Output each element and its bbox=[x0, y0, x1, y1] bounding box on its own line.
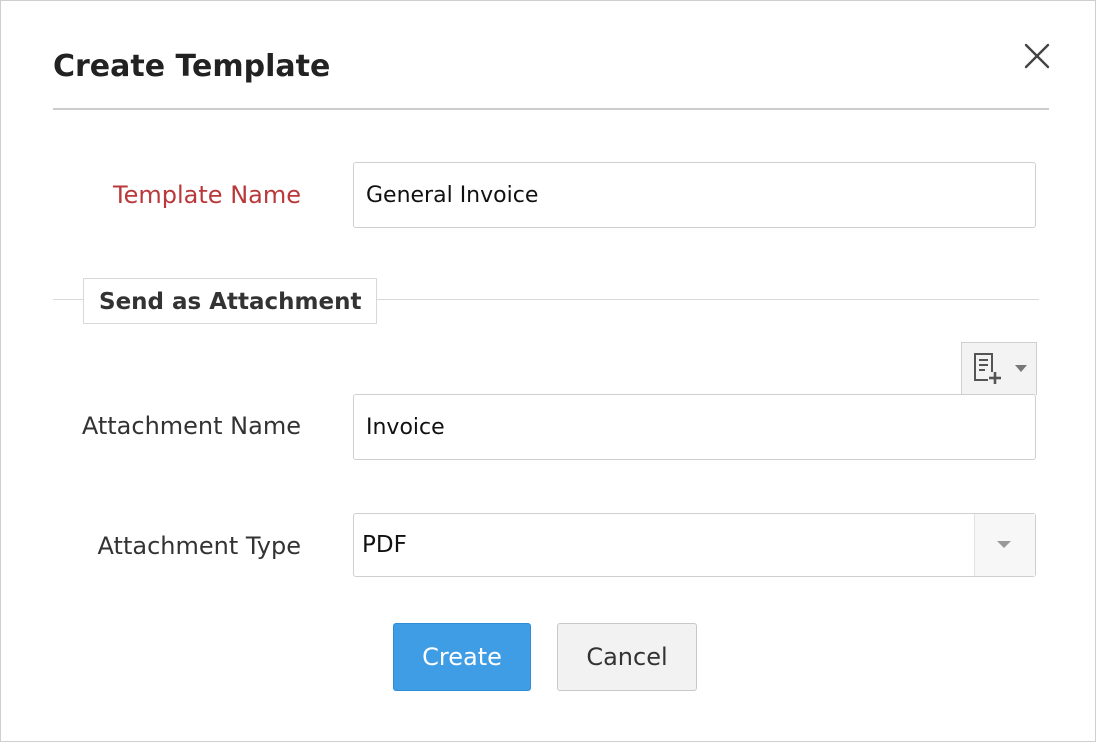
select-arrow[interactable] bbox=[974, 514, 1035, 576]
insert-placeholder-button[interactable] bbox=[961, 342, 1037, 395]
chevron-down-icon bbox=[1015, 365, 1027, 372]
cancel-button[interactable]: Cancel bbox=[557, 623, 697, 691]
template-name-input[interactable] bbox=[353, 162, 1036, 228]
chevron-down-icon bbox=[997, 541, 1011, 548]
create-button[interactable]: Create bbox=[393, 623, 531, 691]
title-divider bbox=[53, 108, 1049, 110]
attachment-type-select[interactable]: PDF bbox=[353, 513, 1036, 577]
close-icon[interactable] bbox=[1019, 39, 1055, 75]
attachment-type-value: PDF bbox=[362, 532, 407, 558]
attachment-type-label: Attachment Type bbox=[97, 532, 301, 560]
section-legend: Send as Attachment bbox=[83, 278, 378, 324]
create-template-dialog: Create Template Template Name Send as At… bbox=[0, 0, 1096, 742]
document-add-icon bbox=[974, 353, 1002, 384]
template-name-label: Template Name bbox=[113, 181, 301, 209]
dialog-title: Create Template bbox=[53, 49, 331, 84]
attachment-name-input[interactable] bbox=[353, 394, 1036, 460]
attachment-name-label: Attachment Name bbox=[81, 412, 301, 440]
